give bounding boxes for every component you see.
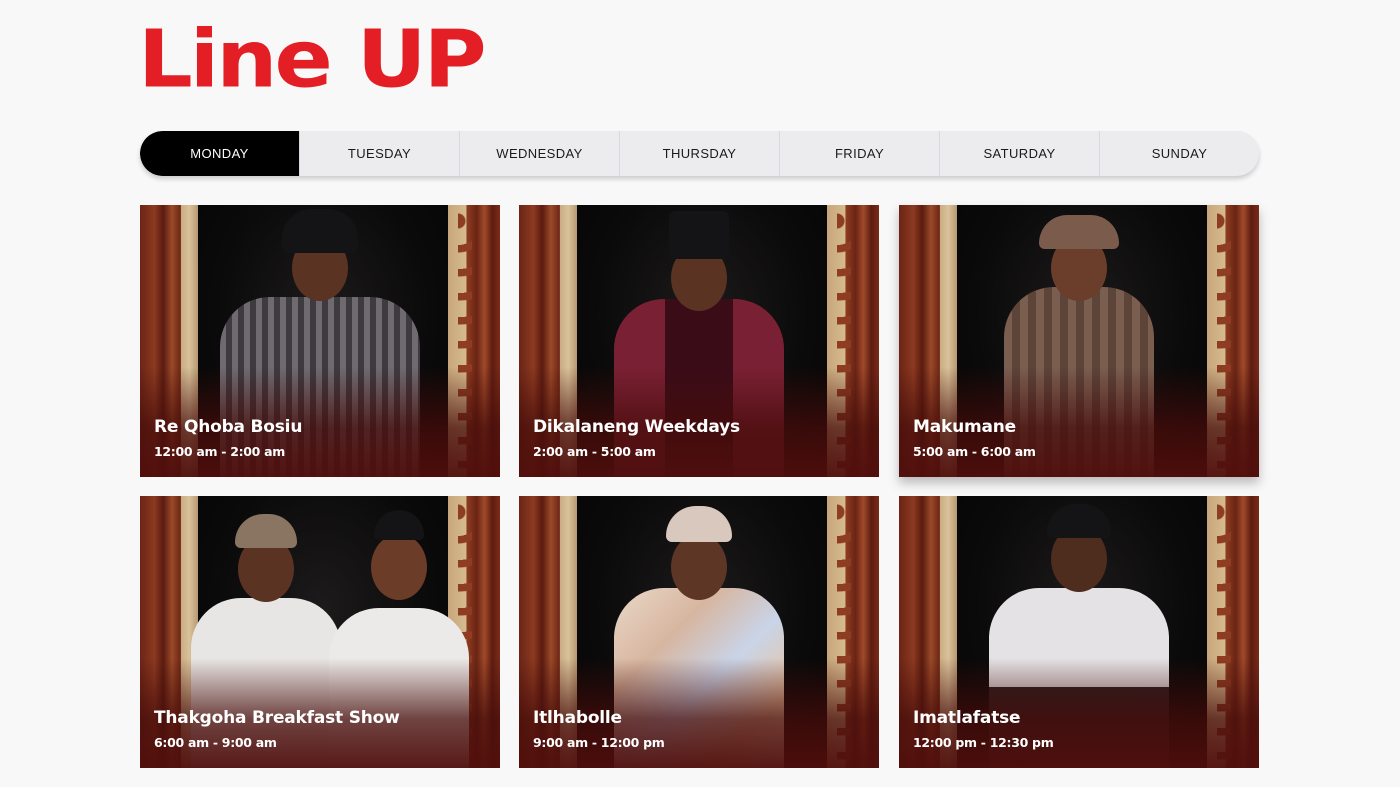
- tab-wednesday[interactable]: WEDNESDAY: [460, 131, 620, 176]
- show-card[interactable]: Imatlafatse 12:00 pm - 12:30 pm: [899, 496, 1259, 768]
- tab-monday[interactable]: MONDAY: [140, 131, 300, 176]
- show-card[interactable]: Itlhabolle 9:00 am - 12:00 pm: [519, 496, 879, 768]
- show-time: 9:00 am - 12:00 pm: [533, 735, 665, 750]
- show-time: 12:00 pm - 12:30 pm: [913, 735, 1054, 750]
- show-time: 6:00 am - 9:00 am: [154, 735, 277, 750]
- tab-saturday[interactable]: SATURDAY: [940, 131, 1100, 176]
- show-card[interactable]: Thakgoha Breakfast Show 6:00 am - 9:00 a…: [140, 496, 500, 768]
- show-card[interactable]: Re Qhoba Bosiu 12:00 am - 2:00 am: [140, 205, 500, 477]
- host-hat: [666, 506, 732, 542]
- host-hat: [669, 211, 729, 259]
- tab-tuesday[interactable]: TUESDAY: [300, 131, 460, 176]
- host-hat: [374, 510, 425, 540]
- show-name: Itlhabolle: [533, 708, 622, 728]
- show-time: 2:00 am - 5:00 am: [533, 444, 656, 459]
- page-title: Line UP: [138, 14, 487, 106]
- host-hat: [1039, 215, 1119, 249]
- show-time: 12:00 am - 2:00 am: [154, 444, 285, 459]
- show-name: Makumane: [913, 417, 1017, 437]
- show-name: Re Qhoba Bosiu: [154, 417, 303, 437]
- day-tabs: MONDAY TUESDAY WEDNESDAY THURSDAY FRIDAY…: [140, 131, 1259, 176]
- host-head: [371, 534, 428, 600]
- show-time: 5:00 am - 6:00 am: [913, 444, 1036, 459]
- show-name: Thakgoha Breakfast Show: [154, 708, 400, 728]
- show-card[interactable]: Dikalaneng Weekdays 2:00 am - 5:00 am: [519, 205, 879, 477]
- tab-thursday[interactable]: THURSDAY: [620, 131, 780, 176]
- host-head: [671, 534, 727, 600]
- show-card[interactable]: Makumane 5:00 am - 6:00 am: [899, 205, 1259, 477]
- host-hat: [235, 514, 297, 548]
- host-hat: [1047, 504, 1111, 538]
- tab-friday[interactable]: FRIDAY: [780, 131, 940, 176]
- show-name: Dikalaneng Weekdays: [533, 417, 740, 437]
- tab-sunday[interactable]: SUNDAY: [1100, 131, 1259, 176]
- show-name: Imatlafatse: [913, 708, 1021, 728]
- host-hat: [282, 209, 358, 253]
